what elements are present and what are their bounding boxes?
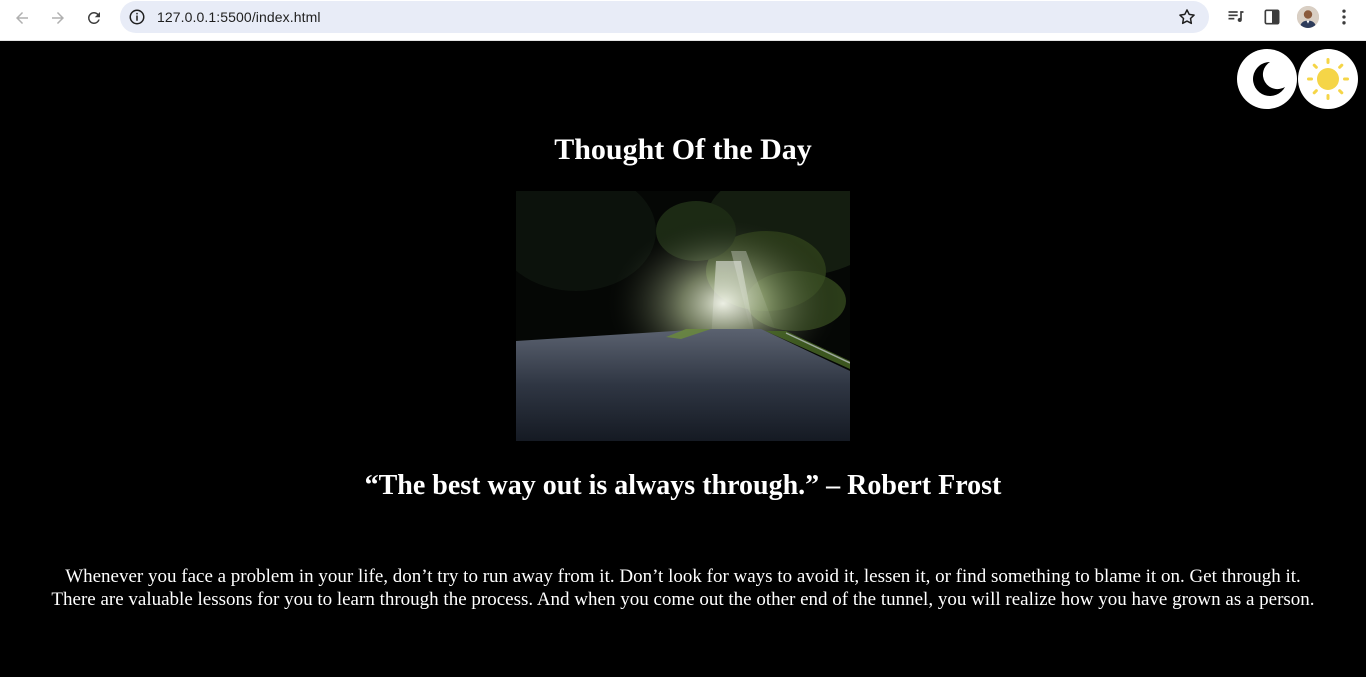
forward-icon <box>52 12 64 24</box>
forest-road-image <box>516 191 850 441</box>
media-controls-icon <box>1228 11 1244 22</box>
quote-explanation: Whenever you face a problem in your life… <box>51 566 1315 610</box>
side-panel-icon <box>1264 9 1280 25</box>
page-body: Thought Of the Day “The best way out is … <box>0 41 1366 677</box>
dark-mode-button[interactable] <box>1237 49 1297 109</box>
back-button[interactable] <box>8 4 36 32</box>
moon-icon <box>1253 62 1285 96</box>
quote-heading: “The best way out is always through.” – … <box>364 470 1002 501</box>
menu-kebab-icon <box>1342 9 1346 25</box>
browser-toolbar: 127.0.0.1:5500/index.html <box>0 0 1366 41</box>
light-mode-button[interactable] <box>1298 49 1358 109</box>
back-icon <box>16 12 28 24</box>
profile-avatar-icon <box>1297 6 1319 28</box>
sun-icon <box>1307 58 1349 100</box>
media-controls-button[interactable] <box>1225 6 1247 28</box>
forward-button[interactable] <box>44 4 72 32</box>
address-bar[interactable]: 127.0.0.1:5500/index.html <box>120 1 1209 33</box>
forest-road-photo <box>516 191 850 441</box>
profile-avatar[interactable] <box>1297 6 1319 28</box>
side-panel-button[interactable] <box>1261 6 1283 28</box>
browser-menu-button[interactable] <box>1333 6 1355 28</box>
url-text[interactable]: 127.0.0.1:5500/index.html <box>157 9 321 25</box>
site-info-icon[interactable] <box>128 8 146 26</box>
reload-button[interactable] <box>80 4 108 32</box>
page-title: Thought Of the Day <box>554 133 812 166</box>
reload-icon <box>87 11 100 24</box>
bookmark-star-icon[interactable] <box>1177 7 1197 27</box>
